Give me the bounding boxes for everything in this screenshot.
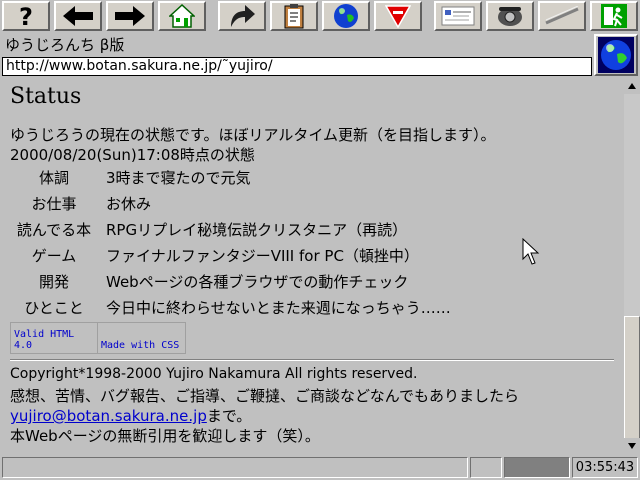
status-value: Webページの各種ブラウザでの動作チェック [106, 272, 409, 291]
status-value: 今日中に終わらせないとまた来週になっちゃう…… [106, 298, 451, 317]
phone-button[interactable] [486, 1, 534, 31]
arrow-down-icon [628, 443, 636, 449]
status-table: 体調 3時まで寝たので元気 お仕事 お休み 読んでる本 RPGリプレイ秘境伝説ク… [10, 164, 451, 320]
status-value: ファイナルファンタジーVIII for PC（頓挫中） [106, 246, 419, 265]
status-bar: 03:55:43 [0, 455, 640, 480]
feedback-text: 感想、苦情、バグ報告、ご指導、ご鞭撻、ご商談などなんでもありましたら [10, 387, 519, 405]
note-text: 本Webページの無断引用を歓迎します（笑）。 [10, 427, 320, 445]
email-line: yujiro@botan.sakura.ne.jpまで。 [10, 405, 251, 426]
valid-html-label: Valid HTML 4.0 [14, 329, 75, 351]
status-key: 読んでる本 [16, 220, 92, 239]
stop-button[interactable] [374, 1, 422, 31]
status-key: ひとこと [24, 298, 84, 317]
globe-icon [598, 37, 634, 73]
bookmarks-button[interactable] [270, 1, 318, 31]
curved-arrow-icon [231, 5, 255, 27]
help-button[interactable]: ? [2, 1, 50, 31]
divider [10, 359, 614, 361]
clock: 03:55:43 [572, 457, 638, 478]
status-key: お仕事 [31, 194, 77, 213]
scroll-thumb[interactable] [624, 316, 640, 454]
arrow-right-icon [115, 6, 145, 26]
status-value: お休み [106, 194, 152, 213]
status-indicator [470, 457, 502, 478]
progress-fill [505, 458, 569, 477]
made-with-css-badge[interactable]: Made with CSS [97, 322, 186, 354]
table-row: ゲーム ファイナルファンタジーVIII for PC（頓挫中） [10, 242, 451, 268]
stop-sign-icon [385, 5, 411, 28]
document-icon [441, 6, 475, 26]
intro-text: ゆうじろうの現在の状態です。ほぼリアルタイム更新（を目指します）。 [10, 126, 496, 144]
vertical-scrollbar[interactable] [624, 78, 640, 454]
internet-button[interactable] [322, 1, 370, 31]
status-message [2, 457, 468, 478]
throbber [594, 34, 638, 76]
table-row: 読んでる本 RPGリプレイ秘境伝説クリスタニア（再読） [10, 216, 451, 242]
status-value: 3時まで寝たので元気 [106, 168, 251, 187]
question-mark-icon: ? [19, 3, 33, 29]
page-button[interactable] [434, 1, 482, 31]
table-row: お仕事 お休み [10, 190, 451, 216]
arrow-up-icon [628, 83, 636, 89]
url-input[interactable]: http://www.botan.sakura.ne.jp/˜yujiro/ [2, 57, 592, 76]
progress-box [504, 457, 570, 478]
scroll-up-button[interactable] [624, 78, 640, 94]
exit-button[interactable] [590, 1, 638, 31]
status-key: 体調 [38, 168, 69, 187]
disconnect-button[interactable] [538, 1, 586, 31]
email-suffix: まで。 [206, 407, 252, 425]
status-value: RPGリプレイ秘境伝説クリスタニア（再読） [106, 220, 408, 239]
reload-button[interactable] [218, 1, 266, 31]
status-key: ゲーム [31, 246, 77, 265]
status-key: 開発 [38, 272, 69, 291]
email-link[interactable]: yujiro@botan.sakura.ne.jp [10, 407, 207, 425]
timestamp-text: 2000/08/20(Sun)17:08時点の状態 [10, 146, 255, 164]
back-button[interactable] [54, 1, 102, 31]
toolbar: ? [0, 0, 640, 34]
telephone-icon [498, 7, 522, 26]
exit-door-icon [601, 4, 627, 28]
globe-icon [334, 4, 358, 28]
arrow-left-icon [63, 6, 93, 26]
status-heading: Status [10, 84, 82, 109]
table-row: ひとこと 今日中に終わらせないとまた来週になっちゃう…… [10, 294, 451, 320]
cable-icon [545, 6, 579, 25]
scroll-down-button[interactable] [624, 438, 640, 454]
page-content: Status ゆうじろうの現在の状態です。ほぼリアルタイム更新（を目指します）。… [0, 78, 624, 454]
house-icon [169, 4, 195, 28]
svg-text:?: ? [19, 3, 33, 29]
clipboard-icon [284, 4, 304, 29]
table-row: 体調 3時まで寝たので元気 [10, 164, 451, 190]
mouse-cursor-icon [522, 238, 540, 265]
home-button[interactable] [158, 1, 206, 31]
page-title: ゆうじろんち β版 [0, 34, 592, 56]
valid-html-badge[interactable]: Valid HTML 4.0 [10, 322, 98, 354]
made-with-css-label: Made with CSS [101, 340, 180, 351]
table-row: 開発 Webページの各種ブラウザでの動作チェック [10, 268, 451, 294]
copyright-text: Copyright*1998-2000 Yujiro Nakamura All … [10, 366, 418, 382]
forward-button[interactable] [106, 1, 154, 31]
